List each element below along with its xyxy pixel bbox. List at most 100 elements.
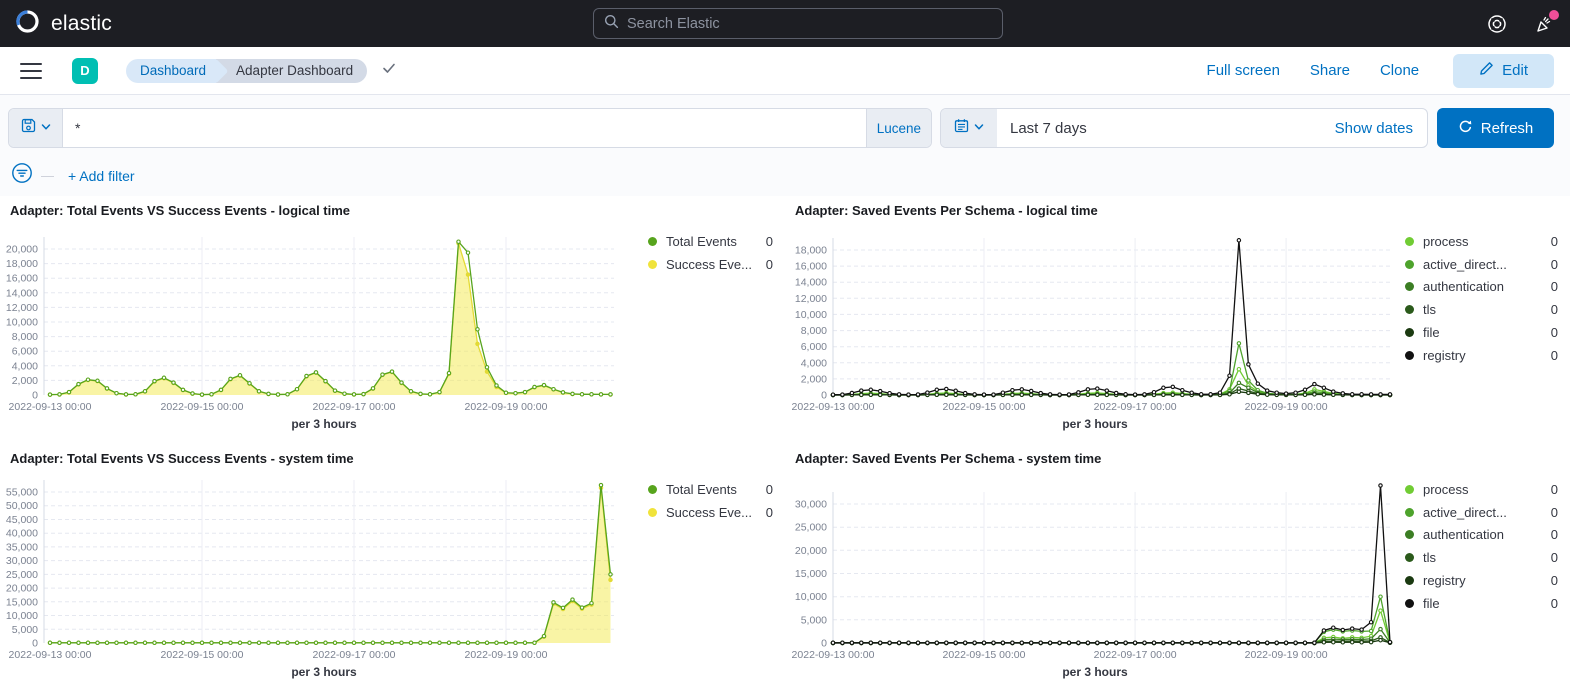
chart-canvas-total-vs-success-logical[interactable]: 0 2,000 4,000 6,000 8,000 10,000 12,000 14,000 1… [0,223,648,415]
legend-label: active_direct... [1423,256,1507,272]
chart-canvas-saved-events-system[interactable]: 0 5,000 10,000 15,000 20,000 25,000 30,000 2022… [785,471,1405,663]
legend-item[interactable]: Total Events 0 [648,478,773,501]
legend-label: tls [1423,550,1436,566]
svg-text:30,000: 30,000 [6,555,38,567]
svg-text:20,000: 20,000 [6,244,38,256]
chart-canvas-saved-events-logical[interactable]: 0 2,000 4,000 6,000 8,000 10,000 12,000 14,000 1… [785,223,1405,415]
legend-item[interactable]: tls 0 [1405,298,1558,321]
refresh-button[interactable]: Refresh [1437,108,1554,148]
share-button[interactable]: Share [1310,62,1350,79]
newsfeed-party-icon[interactable] [1534,9,1559,35]
menu-hamburger-icon[interactable] [20,62,42,79]
legend-label: registry [1423,573,1466,589]
legend-item[interactable]: authentication 0 [1405,524,1558,547]
legend-item[interactable]: active_direct... 0 [1405,501,1558,524]
legend-item[interactable]: process 0 [1405,478,1558,501]
svg-text:0: 0 [32,390,38,402]
show-dates-button[interactable]: Show dates [1335,120,1427,137]
elastic-logo-icon [14,8,41,40]
legend-label: active_direct... [1423,504,1507,520]
legend-color-dot [1405,328,1414,338]
svg-text:25,000: 25,000 [795,522,827,534]
svg-text:2022-09-15 00:00: 2022-09-15 00:00 [943,401,1026,413]
legend-item[interactable]: Success Eve... 0 [648,253,773,276]
svg-text:5,000: 5,000 [801,614,827,626]
panel-title[interactable]: Adapter: Total Events VS Success Events … [0,203,785,218]
legend-item[interactable]: process 0 [1405,230,1558,253]
check-icon[interactable] [381,60,397,81]
legend-item[interactable]: active_direct... 0 [1405,253,1558,276]
dashboard-toolbar: D Dashboard Adapter Dashboard Full scree… [0,47,1570,95]
svg-text:15,000: 15,000 [795,568,827,580]
calendar-icon [954,118,969,138]
global-search-box[interactable] [593,8,1003,39]
legend-value: 0 [1550,233,1558,249]
elastic-brand[interactable]: elastic [0,8,112,40]
chart-legend: Total Events 0 Success Eve... 0 [648,223,785,276]
global-search-input[interactable] [627,15,992,32]
legend-label: tls [1423,302,1436,318]
svg-text:2022-09-15 00:00: 2022-09-15 00:00 [943,649,1026,661]
search-icon [604,14,619,34]
svg-text:2022-09-19 00:00: 2022-09-19 00:00 [465,649,548,661]
legend-item[interactable]: registry 0 [1405,569,1558,592]
svg-text:20,000: 20,000 [6,583,38,595]
legend-label: Success Eve... [666,256,752,272]
panel-title[interactable]: Adapter: Saved Events Per Schema - syste… [785,451,1570,466]
panel-title[interactable]: Adapter: Total Events VS Success Events … [0,451,785,466]
svg-text:10,000: 10,000 [795,309,827,321]
date-picker: Last 7 days Show dates [940,108,1428,148]
legend-value: 0 [1550,481,1558,497]
svg-text:6,000: 6,000 [12,346,38,358]
saved-query-menu-button[interactable] [9,109,63,147]
legend-item[interactable]: tls 0 [1405,546,1558,569]
legend-color-dot [1405,484,1414,494]
svg-text:16,000: 16,000 [795,261,827,273]
svg-text:14,000: 14,000 [6,287,38,299]
breadcrumb-dashboard[interactable]: Dashboard [126,58,217,83]
svg-text:8,000: 8,000 [801,325,827,337]
legend-color-dot [648,236,657,246]
legend-color-dot [648,507,657,517]
legend-value: 0 [1550,573,1558,589]
time-range-value[interactable]: Last 7 days [997,120,1087,137]
legend-color-dot [648,259,657,269]
legend-item[interactable]: file 0 [1405,321,1558,344]
legend-item[interactable]: file 0 [1405,592,1558,615]
svg-text:2022-09-13 00:00: 2022-09-13 00:00 [9,401,92,413]
legend-item[interactable]: authentication 0 [1405,276,1558,299]
date-quick-select-button[interactable] [941,109,997,147]
panel-title[interactable]: Adapter: Saved Events Per Schema - logic… [785,203,1570,218]
svg-text:2022-09-17 00:00: 2022-09-17 00:00 [1094,401,1177,413]
space-avatar-badge[interactable]: D [72,57,98,84]
panel-total-vs-success-logical: Adapter: Total Events VS Success Events … [0,196,785,444]
legend-color-dot [1405,530,1414,540]
chart-legend: process 0 active_direct... 0 authentication 0… [1405,471,1570,615]
edit-button[interactable]: Edit [1453,53,1554,88]
panel-total-vs-success-system: Adapter: Total Events VS Success Events … [0,444,785,693]
x-axis-title: per 3 hours [1062,417,1128,431]
svg-text:6,000: 6,000 [801,341,827,353]
chart-legend: process 0 active_direct... 0 authentication 0… [1405,223,1570,367]
edit-button-label: Edit [1502,62,1528,79]
help-icon[interactable] [1486,13,1508,35]
legend-value: 0 [1550,302,1558,318]
legend-item[interactable]: Success Eve... 0 [648,501,773,524]
notification-dot [1549,9,1559,20]
legend-color-dot [1405,236,1414,246]
legend-item[interactable]: registry 0 [1405,344,1558,367]
legend-color-dot [1405,507,1414,517]
clone-button[interactable]: Clone [1380,62,1419,79]
query-input[interactable] [63,109,866,147]
svg-text:2022-09-17 00:00: 2022-09-17 00:00 [313,649,396,661]
query-language-switcher[interactable]: Lucene [865,109,931,147]
add-filter-button[interactable]: + Add filter [68,168,135,184]
full-screen-button[interactable]: Full screen [1207,62,1280,79]
svg-text:30,000: 30,000 [795,499,827,511]
svg-text:2022-09-19 00:00: 2022-09-19 00:00 [1245,401,1328,413]
filter-menu-icon[interactable] [11,162,33,189]
legend-color-dot [1405,598,1414,608]
global-header: elastic [0,0,1570,47]
legend-item[interactable]: Total Events 0 [648,230,773,253]
chart-canvas-total-vs-success-system[interactable]: 0 5,000 10,000 15,00020,000 25,000 30,000 35,0… [0,471,648,663]
